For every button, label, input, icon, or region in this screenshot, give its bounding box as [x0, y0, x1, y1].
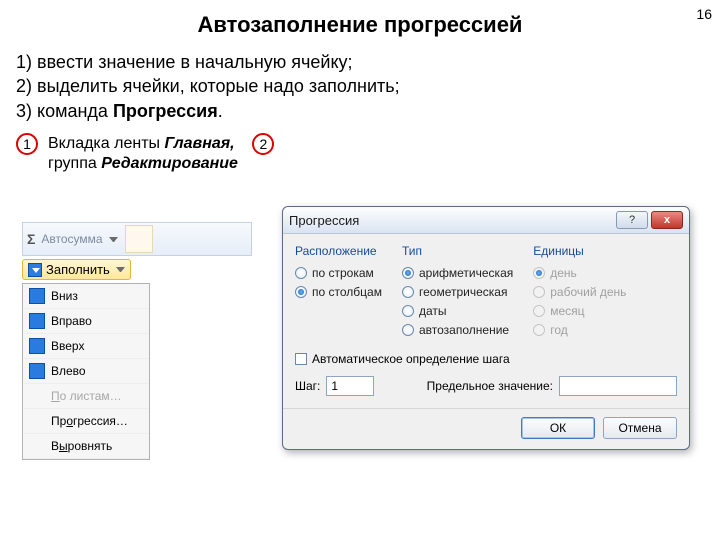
radio-arith[interactable]: арифметическая: [402, 266, 513, 280]
radio-icon: [533, 267, 545, 279]
dialog-titlebar[interactable]: Прогрессия ? x: [283, 207, 689, 234]
radio-rows[interactable]: по строкам: [295, 266, 382, 280]
fill-down-icon: [28, 263, 42, 277]
step-row: Шаг: Предельное значение:: [295, 376, 677, 396]
radio-icon: [295, 267, 307, 279]
radio-icon: [402, 305, 414, 317]
help-button[interactable]: ?: [616, 211, 648, 229]
page-title: Автозаполнение прогрессией: [0, 0, 720, 46]
group-units-title: Единицы: [533, 244, 626, 258]
blank-icon: [29, 388, 45, 404]
radio-icon: [402, 267, 414, 279]
callout-row: 1 Вкладка ленты Главная, 2 группа Редакт…: [0, 133, 720, 179]
arrow-up-icon: [29, 338, 45, 354]
ok-button[interactable]: ОК: [521, 417, 595, 439]
close-button[interactable]: x: [651, 211, 683, 229]
menu-item-progression[interactable]: Прогрессия…: [23, 409, 149, 434]
sigma-icon: Σ: [25, 231, 37, 247]
auto-step-checkbox[interactable]: Автоматическое определение шага: [295, 352, 677, 366]
menu-item-justify[interactable]: Выровнять: [23, 434, 149, 459]
arrow-right-icon: [29, 313, 45, 329]
menu-item-right[interactable]: Вправо: [23, 309, 149, 334]
ribbon-editing-group: Σ Автосумма Заполнить Вниз Вправо Вверх …: [22, 222, 252, 460]
ribbon-row-autosum: Σ Автосумма: [22, 222, 252, 256]
group-type: Тип арифметическая геометрическая даты а…: [402, 244, 513, 342]
blank-icon: [29, 413, 45, 429]
radio-auto[interactable]: автозаполнение: [402, 323, 513, 337]
dropdown-icon[interactable]: [109, 235, 118, 244]
arrow-left-icon: [29, 363, 45, 379]
radio-icon: [295, 286, 307, 298]
radio-icon: [533, 305, 545, 317]
group-units: Единицы день рабочий день месяц год: [533, 244, 626, 342]
separator: [283, 408, 689, 409]
dropdown-icon: [116, 265, 125, 274]
radio-month: месяц: [533, 304, 626, 318]
radio-icon: [533, 324, 545, 336]
instruction-1: 1) ввести значение в начальную ячейку;: [16, 50, 704, 74]
group-layout-title: Расположение: [295, 244, 382, 258]
menu-item-down[interactable]: Вниз: [23, 284, 149, 309]
radio-workday: рабочий день: [533, 285, 626, 299]
group-layout: Расположение по строкам по столбцам: [295, 244, 382, 342]
instruction-2: 2) выделить ячейки, которые надо заполни…: [16, 74, 704, 98]
instructions: 1) ввести значение в начальную ячейку; 2…: [0, 46, 720, 133]
menu-item-sheets: По листам…: [23, 384, 149, 409]
autosum-label[interactable]: Автосумма: [41, 232, 102, 246]
radio-day: день: [533, 266, 626, 280]
radio-cols[interactable]: по столбцам: [295, 285, 382, 299]
menu-item-up[interactable]: Вверх: [23, 334, 149, 359]
radio-icon: [533, 286, 545, 298]
checkbox-icon: [295, 353, 307, 365]
menu-item-left[interactable]: Влево: [23, 359, 149, 384]
radio-icon: [402, 286, 414, 298]
group-type-title: Тип: [402, 244, 513, 258]
dialog-buttons: ОК Отмена: [295, 417, 677, 439]
fill-menu: Вниз Вправо Вверх Влево По листам… Прогр…: [22, 283, 150, 460]
arrow-down-icon: [29, 288, 45, 304]
radio-year: год: [533, 323, 626, 337]
cancel-button[interactable]: Отмена: [603, 417, 677, 439]
limit-input[interactable]: [559, 376, 677, 396]
dialog-title: Прогрессия: [289, 213, 359, 228]
progression-dialog: Прогрессия ? x Расположение по строкам п…: [282, 206, 690, 450]
badge-1: 1: [16, 133, 38, 155]
radio-icon: [402, 324, 414, 336]
limit-label: Предельное значение:: [427, 379, 553, 393]
fill-button[interactable]: Заполнить: [22, 259, 131, 280]
dialog-body: Расположение по строкам по столбцам Тип …: [283, 234, 689, 449]
radio-geom[interactable]: геометрическая: [402, 285, 513, 299]
instruction-3: 3) команда Прогрессия.: [16, 99, 704, 123]
step-label: Шаг:: [295, 379, 320, 393]
sort-filter-icon[interactable]: [125, 225, 153, 253]
badge-2: 2: [252, 133, 274, 155]
step-input[interactable]: [326, 376, 374, 396]
fill-label: Заполнить: [46, 262, 110, 277]
radio-dates[interactable]: даты: [402, 304, 513, 318]
page-number: 16: [696, 6, 712, 22]
blank-icon: [29, 438, 45, 454]
